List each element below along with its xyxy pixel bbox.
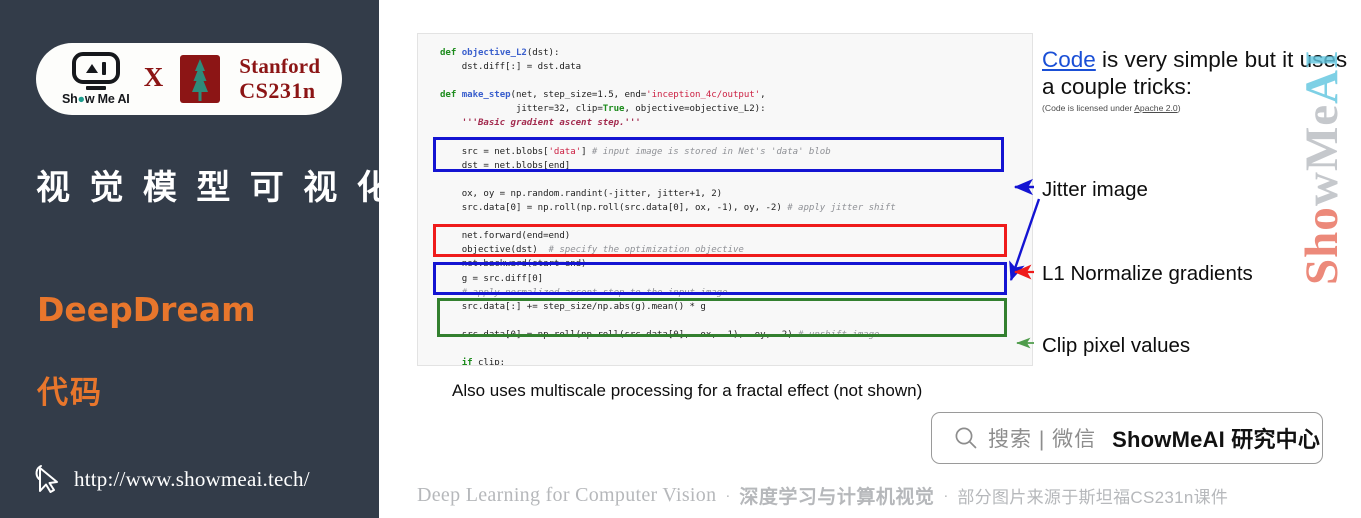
footer-english-title: Deep Learning for Computer Vision (417, 483, 717, 506)
main-content: def objective_L2(dst): dst.diff[:] = dst… (379, 0, 1361, 518)
cursor-arrow-icon (35, 465, 58, 493)
magnifier-icon (955, 427, 977, 449)
footer-source-note: 部分图片来源于斯坦福CS231n课件 (957, 487, 1229, 507)
caret-shape (85, 63, 98, 73)
apache-link[interactable]: Apache 2.0 (1134, 103, 1177, 113)
annotation-jitter-image: Jitter image (1042, 178, 1148, 201)
footer-chinese-title: 深度学习与计算机视觉 (739, 486, 935, 508)
footer-separator-2: · (943, 486, 949, 504)
showmeai-logo: Sh●w Me AI (58, 52, 134, 106)
stanford-line-2: CS231n (239, 78, 316, 104)
search-brand-text: ShowMeAI 研究中心 (1112, 427, 1321, 452)
footnote-text: Also uses multiscale processing for a fr… (452, 381, 923, 400)
robot-stem (85, 86, 106, 90)
tree-glyph (192, 59, 209, 101)
sidebar-panel: Sh●w Me AI X Stanford CS231n 视 觉 模 型 可 视… (0, 0, 391, 518)
showmeai-wordmark: Sh●w Me AI (61, 92, 130, 106)
footer-separator-1: · (725, 486, 731, 504)
annotation-l1-normalize: L1 Normalize gradients (1042, 262, 1253, 285)
keyword-deepdream: DeepDream (37, 290, 256, 329)
stanford-course-label: Stanford CS231n (239, 54, 320, 105)
page-title: 视 觉 模 型 可 视 化 (36, 169, 396, 207)
cross-symbol: X (143, 61, 164, 92)
search-placeholder-text: 搜索 | 微信 (988, 428, 1097, 451)
code-text: def objective_L2(dst): dst.diff[:] = dst… (440, 48, 896, 366)
wechat-search-bar[interactable]: 搜索 | 微信 ShowMeAI 研究中心 (931, 412, 1323, 464)
keyword-code: 代码 (37, 375, 103, 410)
brand-logo-pill: Sh●w Me AI X Stanford CS231n (36, 43, 342, 115)
site-url-text: http://www.showmeai.tech/ (74, 466, 310, 491)
showmeai-watermark: Sho wMe AI (1296, 49, 1348, 285)
code-link[interactable]: Code (1042, 47, 1096, 72)
annotation-clip-pixel: Clip pixel values (1042, 334, 1191, 357)
license-prefix: (Code is licensed under (1042, 103, 1135, 113)
stanford-line-1: Stanford (239, 53, 321, 78)
license-note: (Code is licensed under Apache 2.0) (1042, 103, 1181, 113)
stanford-tree-icon (177, 53, 223, 105)
showmeai-robot-icon (71, 52, 120, 84)
bar-shape (101, 61, 106, 75)
code-block: def objective_L2(dst): dst.diff[:] = dst… (417, 33, 1033, 366)
license-suffix: ) (1177, 103, 1181, 113)
site-url-row[interactable]: http://www.showmeai.tech/ (33, 463, 310, 495)
footer-bar: Deep Learning for Computer Vision · 深度学习… (379, 472, 1361, 518)
slide-root: Sh●w Me AI X Stanford CS231n 视 觉 模 型 可 视… (0, 0, 1361, 518)
